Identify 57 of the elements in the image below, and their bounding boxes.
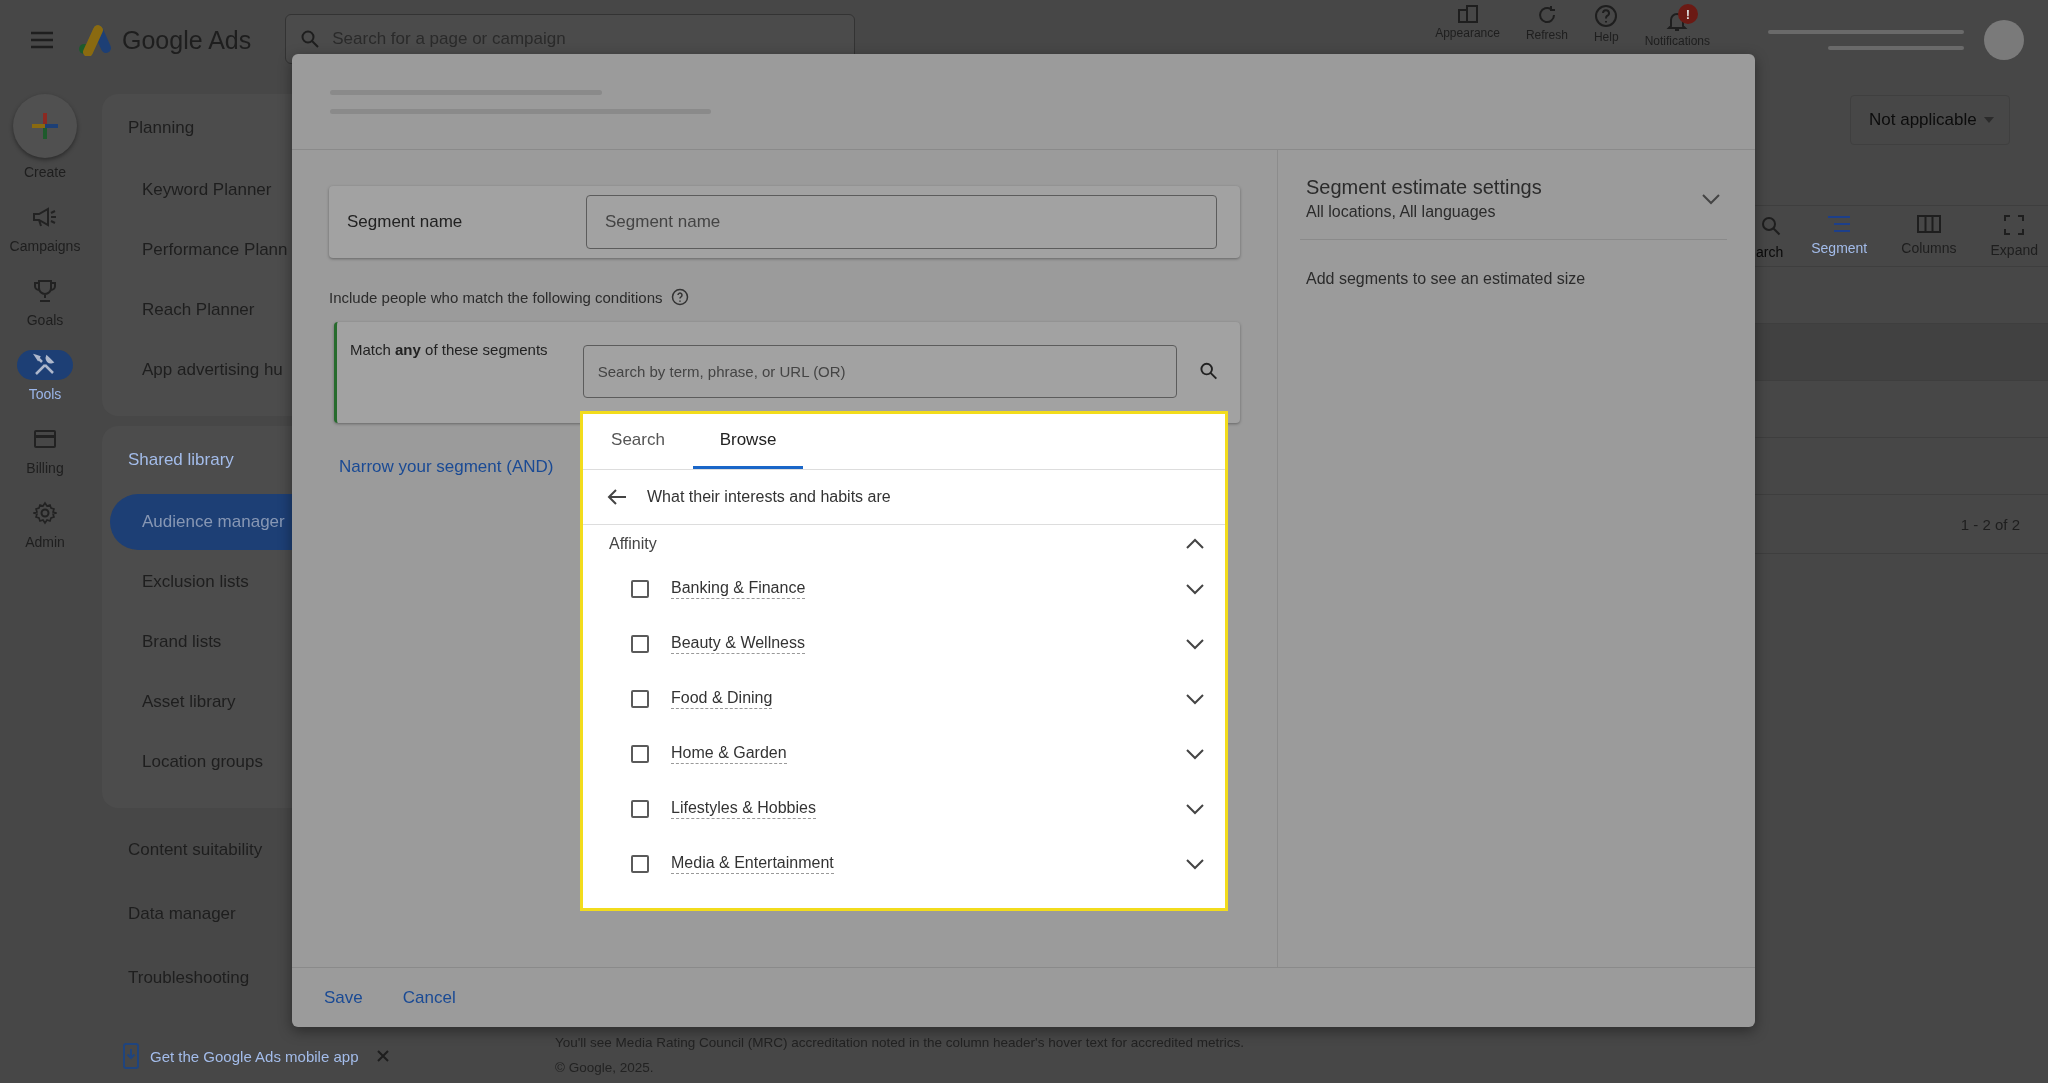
conditions-label: Include people who match the following conditions [329,288,663,306]
checkbox[interactable] [631,744,649,763]
dropdown-arrow-icon [1983,116,1995,124]
segment-name-field[interactable]: Segment name [586,195,1217,249]
checkbox[interactable] [631,799,649,818]
help-icon[interactable] [670,288,689,306]
chevron-icon[interactable] [1185,538,1205,550]
category-label: Media & Entertainment [671,853,834,874]
phone-icon [122,1043,140,1069]
checkbox[interactable] [631,634,649,653]
tab[interactable]: Search [583,414,693,469]
estimate-title: Segment estimate settings [1306,176,1542,199]
dialog-button[interactable]: Save [312,981,375,1014]
chevron-icon[interactable] [1185,692,1205,705]
search-icon[interactable] [1198,361,1218,381]
table-tool[interactable]: Segment [1801,206,1878,266]
plus-icon [30,111,60,141]
estimate-message: Add segments to see an estimated size [1306,270,1587,288]
chevron-icon[interactable] [1185,582,1205,595]
appearance-icon [1456,4,1479,24]
megaphone-icon [32,206,58,228]
help-icon [1594,4,1619,28]
category-label: Food & Dining [671,688,773,709]
chevron-icon[interactable] [1185,802,1205,815]
checkbox[interactable] [631,689,649,708]
back-arrow-icon[interactable] [607,488,627,506]
category-label: Beauty & Wellness [671,633,805,654]
match-label: Match any of these segments [350,340,549,360]
search-icon [300,29,321,49]
estimate-subtitle: All locations, All languages [1306,203,1497,221]
trophy-icon [33,279,57,303]
settings-icon [33,501,57,525]
chevron-icon[interactable] [1185,747,1205,760]
field-label: Segment name [347,212,464,232]
tools-icon [33,353,57,377]
expand-icon [2003,214,2026,236]
checkbox[interactable] [631,579,649,598]
category-label: Home & Garden [671,743,787,764]
tab[interactable]: Browse [693,414,803,469]
chevron-icon[interactable] [1185,857,1205,870]
filter-dropdown[interactable]: Not applicable [1850,95,2010,145]
notification-badge: ! [1678,4,1698,24]
mobile-app-link[interactable]: Get the Google Ads mobile app [150,1047,359,1065]
lines-icon [1826,214,1853,234]
group-label[interactable]: Affinity [609,535,657,553]
table-tool[interactable]: arch [1756,206,1788,266]
bell-icon [1666,10,1689,32]
dialog-button[interactable]: Cancel [390,981,468,1014]
logo-icon [76,24,112,56]
segment-search-field[interactable]: Search by term, phrase, or URL (OR) [582,345,1177,398]
category-label: Banking & Finance [671,578,806,599]
category-label: Lifestyles & Hobbies [671,798,816,819]
narrow-segment-link[interactable]: Narrow your segment (AND) [339,457,554,477]
chevron-icon[interactable] [1185,637,1205,650]
columns-icon [1915,214,1942,234]
card-icon [33,429,57,449]
checkbox[interactable] [631,854,649,873]
